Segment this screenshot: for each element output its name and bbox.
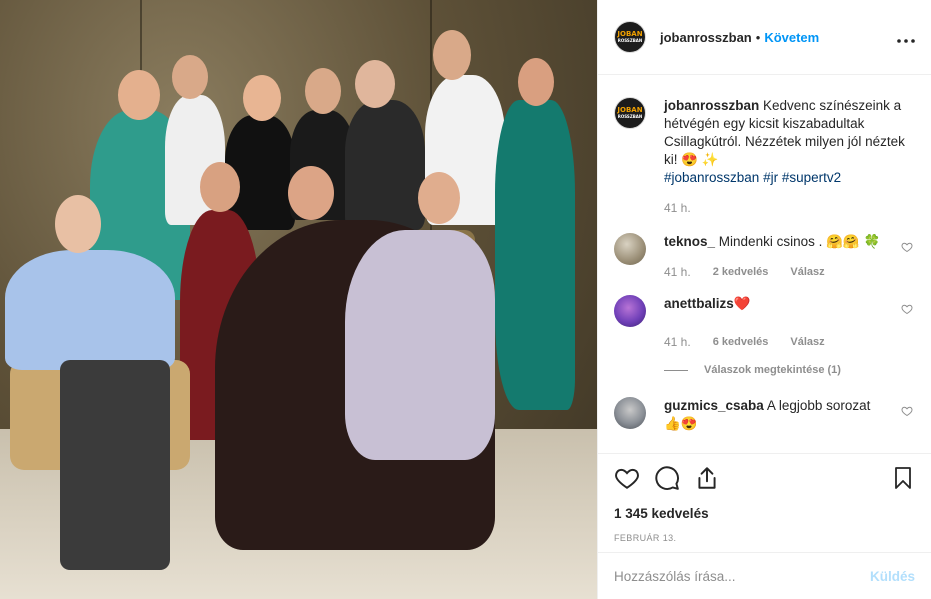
heart-icon[interactable] [614,465,640,491]
comment-text: Mindenki csinos . 🤗🤗 🍀 [718,234,881,249]
bookmark-icon[interactable] [891,465,915,491]
view-replies-label: Válaszok megtekintése (1) [704,364,841,376]
profile-avatar[interactable]: JOBAN ROSSZBAN [614,21,646,53]
comment-item: teknos_ Mindenki csinos . 🤗🤗 🍀 41 h. 2 k… [614,233,915,281]
comment-likes[interactable]: 2 kedvelés [713,263,769,281]
heart-outline-icon[interactable] [901,241,913,253]
replies-divider [664,369,688,371]
comment-username[interactable]: teknos_ [664,234,715,249]
post-author-username[interactable]: jobanrosszban [660,30,752,45]
more-options-icon[interactable] [897,27,915,48]
caption-username[interactable]: jobanrosszban [664,98,759,113]
comment-input[interactable] [614,568,870,584]
commenter-avatar[interactable] [614,295,646,327]
comment-item: anettbalizs❤️ 41 h. 6 kedvelés Válasz Vá… [614,295,915,379]
joban-rosszban-logo: JOBAN ROSSZBAN [617,106,643,119]
caption-avatar[interactable]: JOBAN ROSSZBAN [614,97,646,129]
heart-outline-icon[interactable] [901,303,913,315]
caption: JOBAN ROSSZBAN jobanrosszban Kedvenc szí… [614,97,915,217]
post-date[interactable]: FEBRUÁR 13. [614,533,915,543]
comment-item: guzmics_csaba A legjobb sorozat 👍😍 [614,397,915,433]
post-side-panel: JOBAN ROSSZBAN jobanrosszban • Követem J… [597,0,931,599]
post-actions: 1 345 kedvelés FEBRUÁR 13. [598,453,931,560]
commenter-avatar[interactable] [614,233,646,265]
reply-button[interactable]: Válasz [790,333,824,351]
add-comment-bar: Küldés [598,552,931,599]
commenter-avatar[interactable] [614,397,646,429]
comment-icon[interactable] [654,465,680,491]
comment-username[interactable]: guzmics_csaba [664,398,764,413]
caption-time[interactable]: 41 h. [664,199,691,217]
likes-count[interactable]: 1 345 kedvelés [614,506,915,521]
header-separator: • [755,29,761,45]
comment-time[interactable]: 41 h. [664,333,691,351]
comments-list[interactable]: JOBAN ROSSZBAN jobanrosszban Kedvenc szí… [598,75,931,453]
heart-outline-icon[interactable] [901,405,913,417]
post-header: JOBAN ROSSZBAN jobanrosszban • Követem [598,0,931,75]
comment-username[interactable]: anettbalizs [664,296,734,311]
reply-button[interactable]: Válasz [790,263,824,281]
comment-likes[interactable]: 6 kedvelés [713,333,769,351]
comment-text: ❤️ [733,296,751,311]
view-replies-button[interactable]: Válaszok megtekintése (1) [664,361,889,379]
share-icon[interactable] [694,465,720,491]
follow-button[interactable]: Követem [764,30,819,45]
comment-time[interactable]: 41 h. [664,263,691,281]
joban-rosszban-logo: JOBAN ROSSZBAN [617,30,643,43]
send-comment-button[interactable]: Küldés [870,569,915,584]
caption-hashtags[interactable]: #jobanrosszban #jr #supertv2 [664,170,841,185]
post-photo[interactable] [0,0,597,599]
